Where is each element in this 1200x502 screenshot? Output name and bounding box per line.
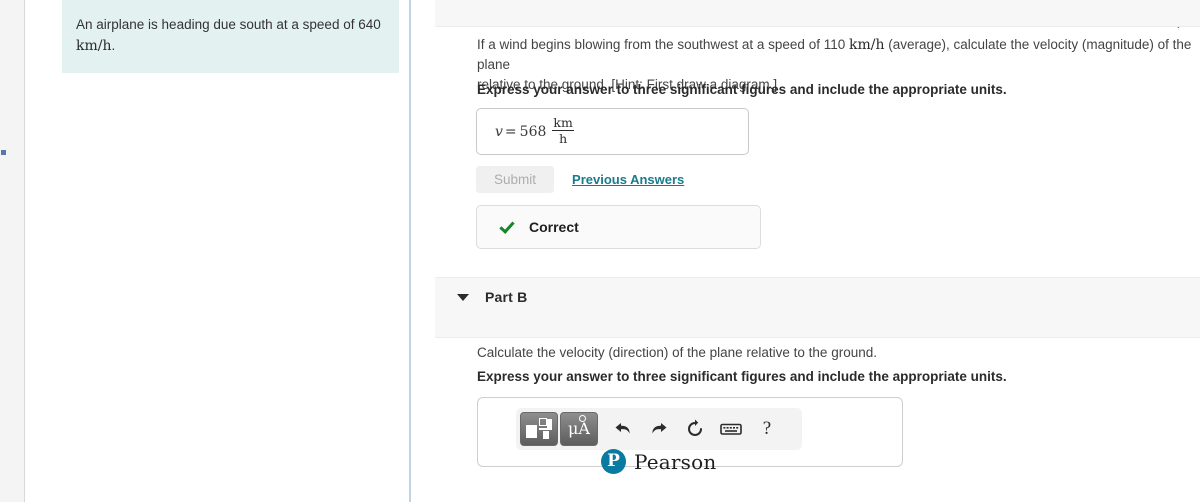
redo-icon[interactable] [642, 412, 676, 446]
rail-marker-dot [1, 150, 6, 155]
check-icon [499, 219, 515, 235]
keyboard-icon[interactable] [714, 412, 748, 446]
units-label: μA [568, 415, 590, 437]
answer-unit-denominator: h [559, 131, 568, 146]
stem-unit: km/h [76, 38, 112, 54]
left-rail [0, 0, 25, 502]
answer-unit-fraction: km h [552, 114, 574, 146]
reset-icon[interactable] [678, 412, 712, 446]
question-stem-panel: An airplane is heading due south at a sp… [26, 0, 411, 502]
units-icon[interactable]: μA [560, 412, 598, 446]
correct-label: Correct [529, 219, 579, 235]
answer-variable: v [495, 123, 503, 140]
part-b-header-band[interactable] [435, 277, 1200, 338]
stem-text: An airplane is heading due south at a sp… [76, 14, 385, 57]
part-b-instruction: Express your answer to three significant… [477, 369, 1007, 384]
undo-icon[interactable] [606, 412, 640, 446]
main-content: If a wind begins blowing from the southw… [413, 0, 1200, 502]
part-a-question-unit: km/h [848, 37, 885, 53]
correct-feedback-box: Correct [476, 205, 761, 249]
stem-highlight-box: An airplane is heading due south at a sp… [62, 0, 399, 73]
part-a-header-band[interactable] [435, 0, 1200, 27]
part-a-submit-row: Submit Previous Answers [476, 166, 684, 193]
help-icon[interactable]: ? [750, 412, 784, 446]
pearson-mark-icon: P [601, 449, 626, 474]
help-label: ? [762, 418, 772, 439]
part-b-question: Calculate the velocity (direction) of th… [477, 345, 877, 360]
stem-line-1: An airplane is heading due south at a sp… [76, 17, 381, 32]
stem-period: . [111, 38, 116, 53]
submit-button[interactable]: Submit [476, 166, 555, 193]
answer-equals: = [504, 123, 517, 140]
answer-unit-numerator: km [553, 114, 573, 130]
part-a-answer-input[interactable]: v = 568 km h [476, 108, 749, 155]
part-b-header[interactable]: Part B [435, 289, 527, 305]
pearson-wordmark: Pearson [634, 449, 717, 474]
part-a-question-pre: If a wind begins blowing from the southw… [477, 37, 849, 52]
part-a-instruction: Express your answer to three significant… [477, 82, 1007, 97]
math-toolbar: μA ? [516, 408, 802, 450]
part-b-title: Part B [485, 289, 528, 305]
previous-answers-link[interactable]: Previous Answers [572, 172, 684, 187]
caret-down-icon[interactable] [457, 293, 469, 301]
pearson-letter: P [607, 450, 620, 471]
answer-value: 568 [519, 123, 547, 140]
math-template-icon[interactable] [520, 412, 558, 446]
pearson-logo: P Pearson [601, 449, 716, 474]
